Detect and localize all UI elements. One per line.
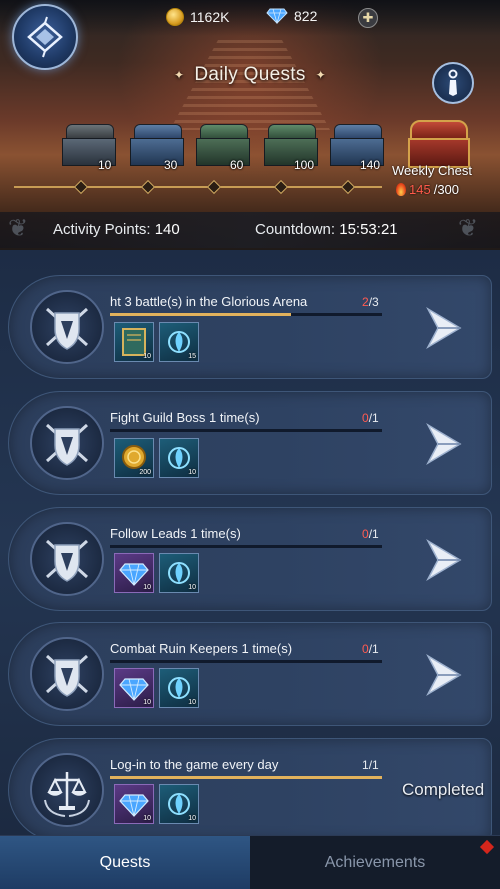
- reward-item[interactable]: 10: [114, 322, 154, 362]
- weekly-chest-label: Weekly Chest: [392, 163, 472, 178]
- winged-emblem-icon: [27, 16, 63, 58]
- reward-item[interactable]: 15: [159, 322, 199, 362]
- quest-progress-bar: [110, 313, 382, 316]
- quest-progress-bar: [110, 660, 382, 663]
- chest-threshold: 30: [164, 158, 178, 172]
- quest-progress-count: 0/1: [362, 411, 379, 425]
- weekly-chest[interactable]: [408, 120, 470, 168]
- ornament-icon: ❦: [8, 215, 29, 242]
- activity-chest-30[interactable]: [130, 124, 186, 168]
- quest-progress-count: 0/1: [362, 642, 379, 656]
- crossed-swords-shield-icon: [30, 406, 104, 480]
- gold-amount: 1162K: [190, 9, 230, 25]
- info-button[interactable]: [432, 62, 474, 104]
- chest-threshold: 10: [98, 158, 112, 172]
- countdown: Countdown: 15:53:21: [255, 221, 398, 238]
- quest-title: Follow Leads 1 time(s): [110, 526, 241, 541]
- arrow-go-icon: [426, 653, 462, 697]
- quest-title: Fight Guild Boss 1 time(s): [110, 410, 260, 425]
- ornament-icon: ❦: [458, 215, 479, 242]
- settings-button[interactable]: ✚: [358, 8, 378, 28]
- quest-progress-count: 0/1: [362, 527, 379, 541]
- sparkle-icon: ✦: [315, 67, 327, 82]
- reward-item[interactable]: 10: [159, 668, 199, 708]
- home-button[interactable]: [12, 4, 78, 70]
- arrow-go-icon: [426, 422, 462, 466]
- chest-threshold: 60: [230, 158, 244, 172]
- reward-item[interactable]: 10: [159, 784, 199, 824]
- quest-title: Combat Ruin Keepers 1 time(s): [110, 641, 293, 656]
- crossed-swords-shield-icon: [30, 290, 104, 364]
- sparkle-icon: ✦: [173, 67, 185, 82]
- go-button[interactable]: [418, 535, 468, 585]
- arrow-go-icon: [426, 538, 462, 582]
- reward-item[interactable]: 10: [159, 553, 199, 593]
- diamond-amount: 822: [294, 8, 318, 24]
- bottom-tab-bar: Quests Achievements: [0, 835, 500, 889]
- scales-laurel-icon: [30, 753, 104, 827]
- weekly-chest-progress: 145/300: [396, 182, 459, 197]
- reward-item[interactable]: 200: [114, 438, 154, 478]
- quest-progress-bar: [110, 776, 382, 779]
- cross-emblem-icon: ✚: [362, 10, 374, 25]
- notification-badge: [479, 839, 495, 855]
- quest-title: ht 3 battle(s) in the Glorious Arena: [110, 294, 308, 309]
- reward-item[interactable]: 10: [114, 668, 154, 708]
- activity-progress-track: [14, 186, 382, 188]
- go-button[interactable]: [418, 650, 468, 700]
- tab-achievements[interactable]: Achievements: [250, 836, 500, 889]
- activity-chest-60[interactable]: [196, 124, 252, 168]
- reward-item[interactable]: 10: [114, 784, 154, 824]
- quest-progress-count: 2/3: [362, 295, 379, 309]
- completed-status: Completed: [402, 780, 485, 799]
- quest-title: Log-in to the game every day: [110, 757, 279, 772]
- chest-threshold: 100: [294, 158, 315, 172]
- tab-quests[interactable]: Quests: [0, 836, 250, 889]
- quest-progress-bar: [110, 545, 382, 548]
- gold-currency: 1162K: [166, 8, 229, 26]
- arrow-go-icon: [426, 306, 462, 350]
- tie-info-icon: [448, 69, 458, 96]
- chest-threshold: 140: [360, 158, 381, 172]
- reward-item[interactable]: 10: [159, 438, 199, 478]
- crossed-swords-shield-icon: [30, 637, 104, 711]
- flame-icon: [396, 183, 406, 196]
- go-button[interactable]: [418, 419, 468, 469]
- quest-progress-bar: [110, 429, 382, 432]
- activity-points: Activity Points: 140: [53, 221, 180, 238]
- crossed-swords-shield-icon: [30, 522, 104, 596]
- quest-progress-count: 1/1: [362, 758, 379, 772]
- gold-coin-icon: [166, 8, 184, 26]
- diamond-icon: [266, 8, 288, 24]
- reward-item[interactable]: 10: [114, 553, 154, 593]
- page-title: ✦ Daily Quests ✦: [173, 64, 327, 85]
- go-button[interactable]: [418, 303, 468, 353]
- diamond-currency: 822: [266, 8, 317, 24]
